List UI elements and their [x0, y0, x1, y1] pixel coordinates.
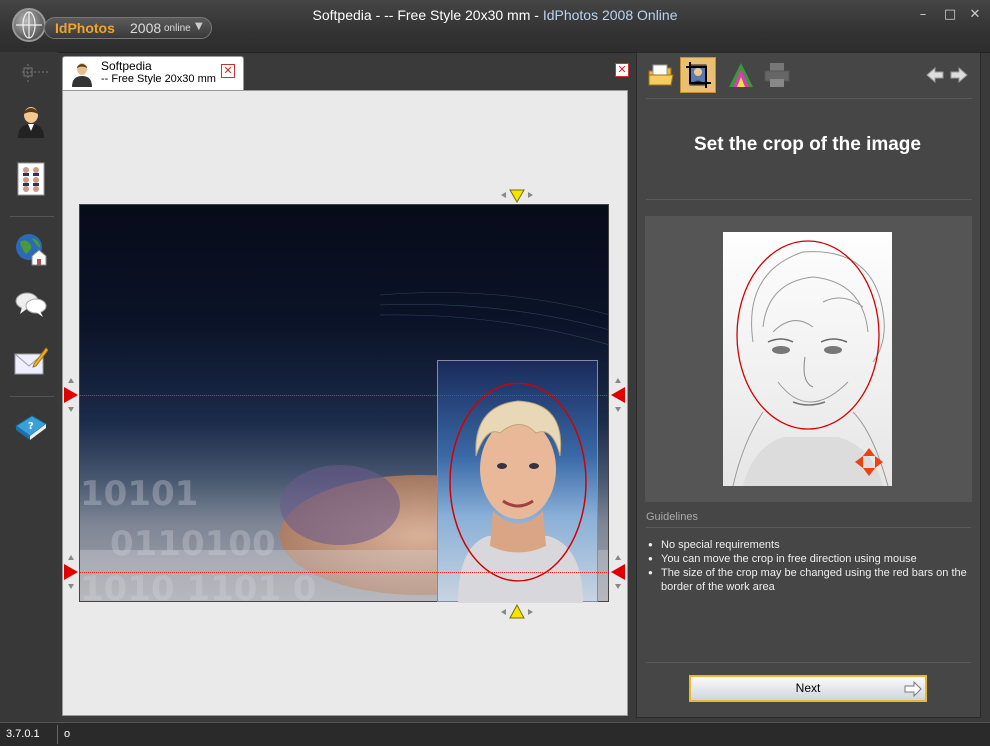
minimize-button[interactable]: –	[915, 8, 931, 22]
panel-title: Set the crop of the image	[694, 134, 921, 155]
crop-box[interactable]	[437, 360, 598, 603]
workspace-close-button[interactable]: ✕	[615, 63, 629, 77]
status-bar: 3.7.0.1 o	[0, 722, 990, 746]
window-title: Softpedia - -- Free Style 20x30 mm - IdP…	[0, 7, 990, 23]
preview-sketch-image	[723, 232, 892, 486]
forward-arrow-icon[interactable]	[949, 65, 969, 85]
maximize-button[interactable]: □	[942, 8, 958, 22]
title-bar: IdPhotos 2008 online ▼ Softpedia - -- Fr…	[0, 0, 990, 53]
rail-separator	[10, 396, 54, 397]
window-title-app: IdPhotos 2008 Online	[542, 7, 678, 23]
crop-handle-top[interactable]	[500, 185, 534, 205]
status-separator	[57, 725, 58, 744]
close-button[interactable]: ✕	[967, 8, 983, 22]
guidelines-label: Guidelines	[646, 511, 698, 523]
guidelines-separator	[646, 527, 971, 528]
guidelines-list: No special requirements You can move the…	[646, 538, 968, 594]
crop-face	[449, 382, 587, 603]
tab-document[interactable]: Softpedia -- Free Style 20x30 mm ✕	[62, 56, 244, 90]
open-folder-icon[interactable]	[645, 59, 677, 91]
bottom-separator	[646, 662, 971, 663]
person-icon[interactable]	[14, 104, 48, 138]
list-item: The size of the crop may be changed usin…	[646, 566, 968, 594]
svg-text:?: ?	[28, 421, 34, 432]
crop-handle-right-bottom[interactable]	[609, 554, 627, 590]
printer-icon[interactable]	[761, 59, 793, 91]
crop-handle-right-top[interactable]	[609, 377, 627, 413]
title-separator	[646, 199, 972, 200]
status-version: 3.7.0.1	[6, 728, 40, 740]
next-button[interactable]: Next	[689, 675, 927, 702]
crop-handle-left-bottom[interactable]	[62, 554, 80, 590]
person-icon	[72, 63, 92, 87]
color-icon[interactable]	[725, 59, 757, 91]
crop-icon	[686, 62, 711, 88]
chat-bubbles-icon[interactable]	[14, 288, 48, 322]
tab-subtitle: -- Free Style 20x30 mm	[101, 73, 216, 85]
help-book-icon[interactable]: ?	[14, 408, 48, 442]
mail-pencil-icon[interactable]	[14, 344, 48, 378]
crop-guide-top	[79, 395, 609, 396]
rail-grip-icon	[22, 64, 50, 82]
crop-handle-bottom[interactable]	[500, 602, 534, 622]
rail-separator	[10, 216, 54, 217]
back-arrow-icon[interactable]	[925, 65, 945, 85]
status-text: o	[64, 728, 71, 740]
photo-sheet-icon[interactable]	[14, 162, 48, 196]
window-title-doc: Softpedia - -- Free Style 20x30 mm -	[312, 7, 543, 23]
list-item: You can move the crop in free direction …	[646, 552, 968, 566]
crop-guide-bottom	[79, 572, 609, 573]
toolbar-separator	[646, 98, 972, 99]
crop-handle-left-top[interactable]	[62, 377, 80, 413]
left-rail: ?	[0, 52, 58, 722]
logo-sub: online	[164, 23, 191, 34]
globe-home-icon[interactable]	[14, 232, 48, 266]
next-arrow-icon	[904, 681, 922, 697]
tab-close-button[interactable]: ✕	[221, 64, 235, 78]
tab-title: Softpedia	[101, 59, 152, 73]
svg-text:10101: 10101	[80, 474, 198, 514]
sketch-face	[732, 240, 889, 486]
list-item: No special requirements	[646, 538, 968, 552]
crop-tool-button[interactable]	[680, 57, 716, 93]
next-button-label: Next	[795, 681, 821, 695]
